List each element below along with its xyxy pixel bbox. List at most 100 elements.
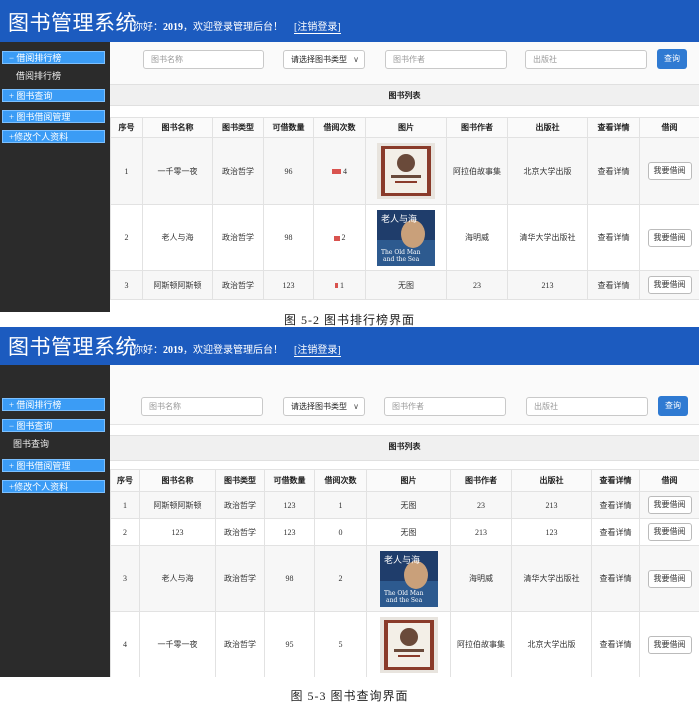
detail-link[interactable]: 查看详情: [591, 491, 640, 519]
book-type-select[interactable]: 请选择图书类型: [283, 50, 365, 69]
header-bar: 图书管理系统 你好：2019，欢迎登录管理后台！ [注销登录]: [0, 0, 699, 42]
detail-link[interactable]: 查看详情: [591, 518, 640, 546]
sidebar-item-query[interactable]: + 图书查询: [2, 89, 105, 102]
borrow-button[interactable]: 我要借阅: [647, 162, 692, 180]
borrow-button[interactable]: 我要借阅: [647, 569, 692, 588]
cover-image-arabian-nights: [379, 616, 438, 673]
table-cell: 政治哲学: [212, 204, 264, 271]
svg-text:老人与海: 老人与海: [384, 554, 420, 566]
sidebar-item-manage[interactable]: + 图书借阅管理: [2, 459, 105, 472]
table-cell: 213: [450, 518, 512, 546]
main-content: 图书名称 请选择图书类型 图书作者 出版社 查询 图书列表 序号 图书名称 图书…: [110, 365, 699, 677]
detail-link[interactable]: 查看详情: [591, 611, 640, 677]
publisher-input[interactable]: 出版社: [526, 397, 648, 416]
table-cell: 2: [314, 545, 367, 612]
table-cell: 0: [314, 518, 367, 546]
table-cell: 阿拉伯故事集: [450, 611, 512, 677]
count-bar: [332, 169, 341, 175]
col-header: 查看详情: [587, 117, 640, 138]
col-header: 借阅: [639, 469, 699, 492]
sidebar-item-profile[interactable]: +修改个人资料: [2, 130, 105, 143]
detail-link[interactable]: 查看详情: [587, 270, 640, 300]
table-cell: 4: [313, 137, 366, 205]
table-cell: 23: [446, 270, 508, 300]
table-cell: 阿斯顿阿斯顿: [139, 491, 216, 519]
logout-link[interactable]: [注销登录]: [294, 18, 341, 34]
sidebar-subitem-rank[interactable]: 借阅排行榜: [16, 69, 61, 82]
table-cell: 213: [511, 491, 592, 519]
table-cell: 2: [313, 204, 366, 271]
col-header: 借阅: [639, 117, 699, 138]
table-cell: 我要借阅: [639, 611, 699, 677]
table-cell: 无图: [366, 518, 451, 546]
col-header: 借阅次数: [314, 469, 367, 492]
book-name-input[interactable]: 图书名称: [143, 50, 264, 69]
svg-text:老人与海: 老人与海: [381, 213, 417, 225]
query-button[interactable]: 查询: [658, 396, 688, 416]
logout-link[interactable]: [注销登录]: [294, 341, 341, 357]
table-cell: 1: [110, 137, 143, 205]
author-input[interactable]: 图书作者: [385, 50, 507, 69]
app-title: 图书管理系统: [8, 12, 137, 35]
sidebar-item-rank[interactable]: + 借阅排行榜: [2, 398, 105, 411]
table-header: 序号 图书名称 图书类型 可借数量 借阅次数 图片 图书作者 出版社 查看详情 …: [110, 469, 699, 492]
table-cell: 一千零一夜: [142, 137, 213, 205]
table-cell: 老人与海 The Old Man and the Sea: [366, 545, 451, 612]
table-cell: 1: [314, 491, 367, 519]
sidebar-subitem-query[interactable]: 图书查询: [13, 437, 49, 450]
table-cell: 政治哲学: [215, 518, 265, 546]
book-type-select[interactable]: 请选择图书类型: [283, 397, 365, 416]
main-content: 图书名称 请选择图书类型 图书作者 出版社 查询 图书列表 序号 图书名称 图书…: [110, 42, 699, 312]
table-cell: 我要借阅: [639, 491, 699, 519]
username: 2019: [163, 22, 183, 33]
publisher-input[interactable]: 出版社: [525, 50, 647, 69]
col-header: 借阅次数: [313, 117, 366, 138]
figure-caption-2: 图 5-3 图书查询界面: [290, 689, 409, 703]
sidebar-item-manage[interactable]: + 图书借阅管理: [2, 110, 105, 123]
col-header: 可借数量: [263, 117, 314, 138]
svg-text:and the Sea: and the Sea: [386, 597, 423, 604]
author-input[interactable]: 图书作者: [384, 397, 506, 416]
borrow-button[interactable]: 我要借阅: [647, 228, 692, 247]
table-row: 4 一千零一夜 政治哲学 95 5 阿拉伯故事集 北京大学出版 查看详情 我要借…: [110, 611, 699, 677]
table-cell: 123: [264, 518, 315, 546]
query-button[interactable]: 查询: [657, 49, 687, 69]
table-cell: 海明威: [446, 204, 508, 271]
table-cell: 我要借阅: [639, 518, 699, 546]
sidebar-item-rank[interactable]: − 借阅排行榜: [2, 51, 105, 64]
sidebar-item-query[interactable]: − 图书查询: [2, 419, 105, 432]
table-cell: [366, 611, 451, 677]
col-header: 图书名称: [139, 469, 216, 492]
table-cell: 98: [263, 204, 314, 271]
table-row: 3 老人与海 政治哲学 98 2 老人与海 The Old Man and th…: [110, 545, 699, 612]
table-cell: 政治哲学: [215, 545, 265, 612]
sidebar-item-profile[interactable]: +修改个人资料: [2, 480, 105, 493]
col-header: 可借数量: [264, 469, 315, 492]
book-name-input[interactable]: 图书名称: [141, 397, 263, 416]
borrow-button[interactable]: 我要借阅: [647, 496, 692, 514]
detail-link[interactable]: 查看详情: [587, 137, 640, 205]
col-header: 查看详情: [591, 469, 640, 492]
detail-link[interactable]: 查看详情: [591, 545, 640, 612]
greeting: 你好：2019，欢迎登录管理后台！: [133, 345, 283, 356]
header-bar: 图书管理系统 你好：2019，欢迎登录管理后台！ [注销登录]: [0, 327, 699, 365]
svg-text:and the Sea: and the Sea: [383, 256, 420, 263]
screenshot-ranking: 图书管理系统 你好：2019，欢迎登录管理后台！ [注销登录] − 借阅排行榜 …: [0, 0, 699, 312]
col-header: 图书名称: [142, 117, 213, 138]
table-cell: 无图: [365, 270, 447, 300]
col-header: 图书类型: [215, 469, 265, 492]
col-header: 图书作者: [450, 469, 512, 492]
list-title: 图书列表: [110, 435, 699, 461]
table-cell: 阿拉伯故事集: [446, 137, 508, 205]
borrow-button[interactable]: 我要借阅: [647, 635, 692, 654]
table-cell: 98: [264, 545, 315, 612]
borrow-button[interactable]: 我要借阅: [647, 276, 692, 294]
sidebar: + 借阅排行榜 − 图书查询 图书查询 + 图书借阅管理 +修改个人资料: [0, 365, 110, 677]
borrow-button[interactable]: 我要借阅: [647, 523, 692, 541]
table-cell: 老人与海 The Old Man and the Sea: [365, 204, 447, 271]
table-cell: 政治哲学: [215, 611, 265, 677]
table-cell: 我要借阅: [639, 204, 699, 271]
table-cell: 1: [110, 491, 140, 519]
detail-link[interactable]: 查看详情: [587, 204, 640, 271]
cover-image-old-man-and-sea: 老人与海 The Old Man and the Sea: [377, 209, 435, 266]
